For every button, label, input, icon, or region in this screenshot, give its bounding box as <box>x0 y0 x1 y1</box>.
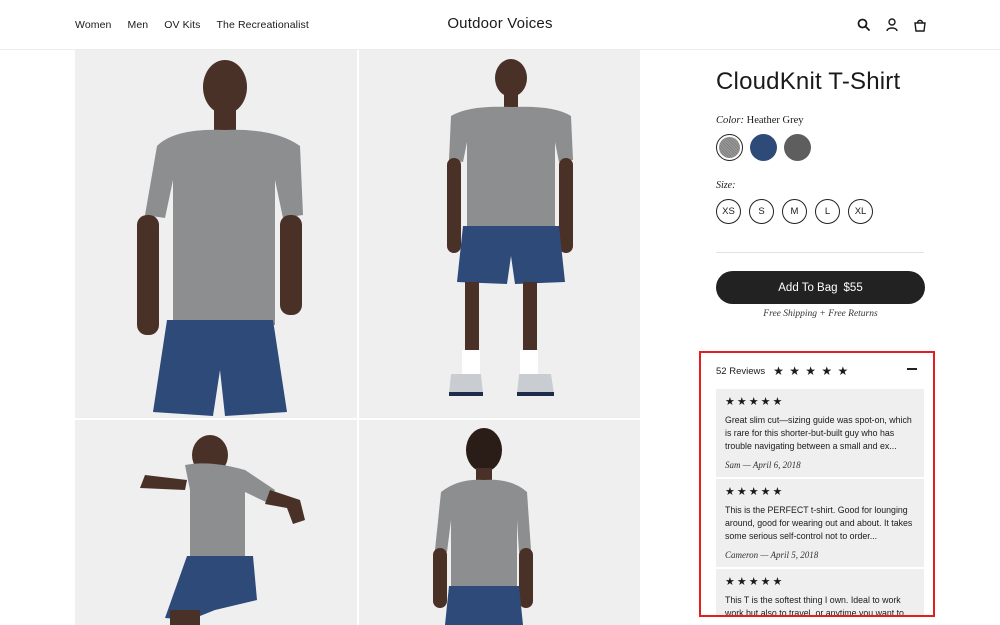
search-icon[interactable] <box>856 17 872 33</box>
review-list: ★★★★★ Great slim cut—sizing guide was sp… <box>716 389 924 617</box>
review-item: ★★★★★ This is the PERFECT t-shirt. Good … <box>716 479 924 567</box>
size-label: Size: <box>716 180 736 191</box>
color-label-row: Color: Heather Grey <box>716 115 803 126</box>
review-text: This T is the softest thing I own. Ideal… <box>725 595 904 617</box>
model-front-image[interactable] <box>75 50 357 418</box>
size-s[interactable]: S <box>749 199 774 224</box>
review-item: ★★★★★ This T is the softest thing I own.… <box>716 569 924 617</box>
header-actions <box>856 17 928 33</box>
shipping-note: Free Shipping + Free Returns <box>763 309 878 319</box>
review-stars: ★★★★★ <box>725 396 785 408</box>
brand-logo[interactable]: Outdoor Voices <box>0 15 1000 32</box>
review-stars: ★★★★★ <box>725 486 785 498</box>
price: $55 <box>843 281 863 294</box>
swatch-charcoal[interactable] <box>784 134 811 161</box>
color-value: Heather Grey <box>746 115 804 126</box>
model-jumping-image[interactable] <box>75 420 357 625</box>
size-l[interactable]: L <box>815 199 840 224</box>
size-xs[interactable]: XS <box>716 199 741 224</box>
swatch-heather-grey[interactable] <box>716 134 743 161</box>
model-back-image[interactable] <box>359 420 640 625</box>
add-to-bag-label: Add To Bag <box>778 281 838 294</box>
swatch-heather-grey-fill <box>719 137 740 158</box>
color-swatches <box>716 134 811 161</box>
model-full-body-image[interactable] <box>359 50 640 418</box>
review-author-date: Cameron — April 5, 2018 <box>725 550 819 560</box>
size-xl[interactable]: XL <box>848 199 873 224</box>
reviews-header[interactable]: 52 Reviews ★ ★ ★ ★ ★ <box>716 364 849 378</box>
review-text: Great slim cut—sizing guide was spot-on,… <box>725 415 912 451</box>
review-item: ★★★★★ Great slim cut—sizing guide was sp… <box>716 389 924 477</box>
review-text: This is the PERFECT t-shirt. Good for lo… <box>725 505 913 541</box>
swatch-navy[interactable] <box>750 134 777 161</box>
color-label: Color: <box>716 115 745 126</box>
size-m[interactable]: M <box>782 199 807 224</box>
account-icon[interactable] <box>884 17 900 33</box>
review-author-date: Sam — April 6, 2018 <box>725 460 801 470</box>
divider <box>716 252 924 253</box>
reviews-rating-stars: ★ ★ ★ ★ ★ <box>773 364 850 378</box>
site-header: Women Men OV Kits The Recreationalist Ou… <box>0 0 1000 50</box>
product-gallery <box>75 50 640 625</box>
reviews-panel: 52 Reviews ★ ★ ★ ★ ★ ★★★★★ Great slim cu… <box>699 351 935 617</box>
add-to-bag-button[interactable]: Add To Bag $55 <box>716 271 925 304</box>
reviews-count: 52 Reviews <box>716 365 766 377</box>
size-options: XS S M L XL <box>716 199 873 224</box>
review-stars: ★★★★★ <box>725 576 785 588</box>
collapse-icon[interactable] <box>907 368 917 370</box>
bag-icon[interactable] <box>912 17 928 33</box>
product-title: CloudKnit T-Shirt <box>716 68 901 95</box>
